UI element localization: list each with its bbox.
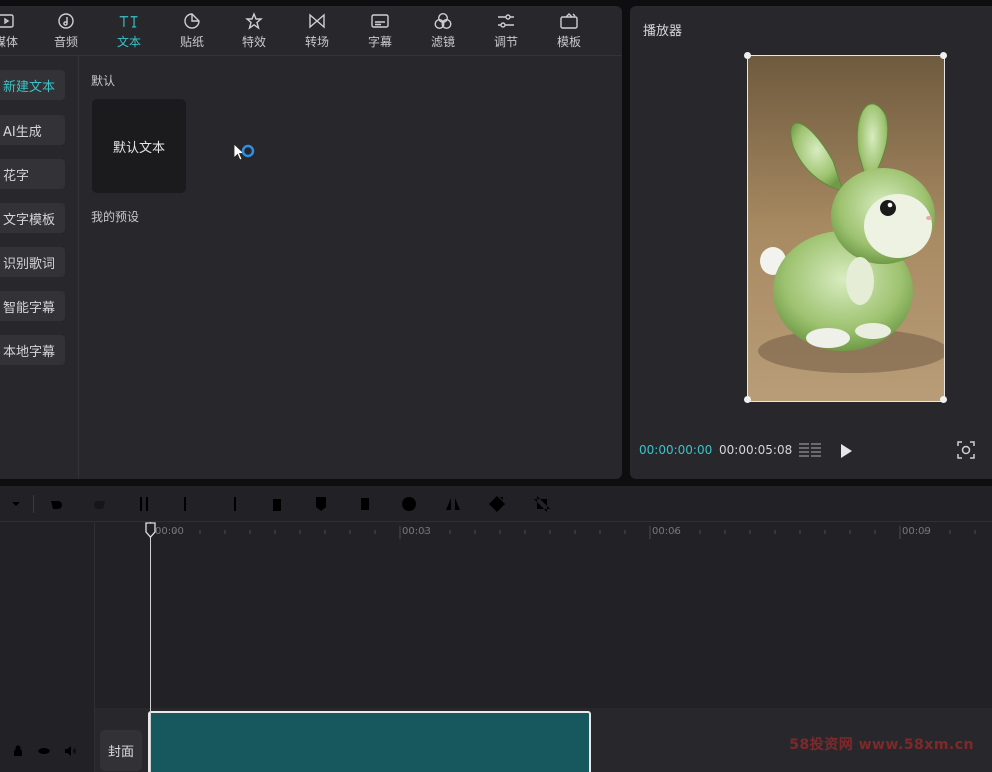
delete-icon[interactable] — [267, 494, 287, 514]
playhead[interactable] — [150, 522, 151, 772]
tab-label: 贴纸 — [179, 35, 204, 49]
tick-label: 00:06 — [652, 526, 681, 537]
audio-icon — [55, 10, 77, 32]
volume-icon[interactable] — [63, 744, 77, 758]
player-title: 播放器 — [643, 24, 683, 39]
lock-icon[interactable] — [11, 744, 25, 758]
reverse-play-icon[interactable] — [399, 494, 419, 514]
sidebar-item-ai-generate[interactable]: AI生成 — [0, 115, 65, 145]
default-text-card[interactable]: 默认文本 — [92, 99, 186, 193]
fullscreen-icon[interactable] — [956, 440, 976, 460]
video-clip[interactable] — [148, 711, 591, 772]
sticker-icon — [181, 10, 203, 32]
toolbar-divider — [33, 495, 34, 513]
tick-label: 00:09 — [902, 526, 931, 537]
sidebar-item-fancy-text[interactable]: 花字 — [0, 159, 65, 189]
tab-label: 模板 — [556, 35, 581, 49]
play-button[interactable] — [837, 442, 855, 460]
split-icon[interactable] — [134, 494, 154, 514]
sidebar-item-smart-subtitle[interactable]: 智能字幕 — [0, 291, 65, 321]
rotate-icon[interactable] — [487, 494, 507, 514]
presets-section-label: 我的预设 — [91, 210, 140, 224]
cover-button[interactable]: 封面 — [100, 730, 142, 771]
tab-media[interactable]: 媒体 — [0, 10, 34, 54]
eye-icon[interactable] — [37, 744, 51, 758]
trim-left-icon[interactable] — [178, 494, 198, 514]
template-icon — [558, 10, 580, 32]
tab-filter[interactable]: 滤镜 — [415, 10, 471, 54]
tick-label: 00:03 — [402, 526, 431, 537]
player-panel: 播放器 00:00:00:00 00:00:05:08 — [630, 6, 992, 479]
undo-icon[interactable] — [46, 494, 66, 514]
tab-label: 字幕 — [367, 35, 392, 49]
tab-label: 特效 — [241, 35, 266, 49]
ruler-ticks — [149, 526, 976, 539]
tab-sticker[interactable]: 贴纸 — [164, 10, 220, 54]
preview-image-cabbage-rabbit[interactable] — [747, 55, 945, 402]
default-text-card-label: 默认文本 — [112, 140, 165, 156]
mouse-cursor-icon — [234, 144, 255, 161]
tab-text[interactable]: 文本 — [101, 10, 157, 54]
subtitle-icon — [369, 10, 391, 32]
tab-label: 音频 — [53, 35, 78, 49]
sidebar-item-recognize-lyrics[interactable]: 识别歌词 — [0, 247, 65, 277]
default-section-label: 默认 — [91, 74, 116, 88]
tab-transition[interactable]: 转场 — [289, 10, 345, 54]
effects-icon — [243, 10, 265, 32]
preview-image — [748, 56, 944, 401]
tab-label: 文本 — [116, 35, 141, 49]
filter-icon — [432, 10, 454, 32]
sidebar-item-text-template[interactable]: 文字模板 — [0, 203, 65, 233]
category-tabs: 媒体 音频 文本 贴纸 特效 转场 字幕 滤镜 — [0, 6, 622, 56]
chevron-down-icon[interactable] — [6, 494, 26, 514]
text-content-area: 默认 默认文本 我的预设 — [80, 56, 622, 479]
redo-icon[interactable] — [90, 494, 110, 514]
resource-panel: 媒体 音频 文本 贴纸 特效 转场 字幕 滤镜 — [0, 6, 622, 479]
tick-label: 00:00 — [155, 526, 184, 537]
tab-label: 媒体 — [0, 35, 18, 49]
tab-label: 调节 — [493, 35, 518, 49]
resize-handle[interactable] — [940, 52, 947, 59]
tab-effects[interactable]: 特效 — [226, 10, 282, 54]
tab-label: 滤镜 — [430, 35, 455, 49]
sidebar-item-new-text[interactable]: 新建文本 — [0, 70, 65, 100]
marker-icon[interactable] — [311, 494, 331, 514]
timeline-toolbar — [0, 486, 992, 522]
tab-audio[interactable]: 音频 — [38, 10, 94, 54]
resize-handle[interactable] — [744, 52, 751, 59]
media-icon — [0, 10, 17, 32]
track-headers — [0, 523, 95, 772]
watermark: 58投资网 www.58xm.cn — [789, 737, 974, 753]
adjust-icon — [495, 10, 517, 32]
freeze-frame-icon[interactable] — [355, 494, 375, 514]
crop-icon[interactable] — [532, 494, 552, 514]
text-sidebar: 新建文本 AI生成 花字 文字模板 识别歌词 智能字幕 本地字幕 — [0, 56, 79, 479]
timeline-panel: 00:00 00:03 00:06 00:09 封面 — [0, 486, 992, 772]
total-duration: 00:00:05:08 — [719, 443, 793, 457]
trim-right-icon[interactable] — [222, 494, 242, 514]
current-time: 00:00:00:00 — [639, 443, 713, 457]
playhead-handle-icon[interactable] — [145, 522, 156, 538]
resize-handle[interactable] — [744, 396, 751, 403]
resize-handle[interactable] — [940, 396, 947, 403]
cover-label: 封面 — [107, 745, 134, 760]
tab-template[interactable]: 模板 — [541, 10, 597, 54]
audio-meter-icon — [799, 443, 821, 457]
tab-label: 转场 — [304, 35, 329, 49]
text-icon — [118, 10, 140, 32]
time-ruler[interactable]: 00:00 00:03 00:06 00:09 — [95, 523, 992, 545]
sidebar-item-local-subtitle[interactable]: 本地字幕 — [0, 335, 65, 365]
mirror-icon[interactable] — [443, 494, 463, 514]
tab-subtitle[interactable]: 字幕 — [352, 10, 408, 54]
transition-icon — [306, 10, 328, 32]
tab-adjust[interactable]: 调节 — [478, 10, 534, 54]
